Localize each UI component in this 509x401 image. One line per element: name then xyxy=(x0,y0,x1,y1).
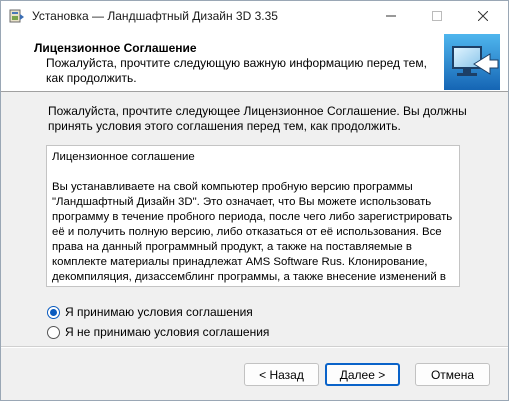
close-icon xyxy=(478,11,488,21)
license-heading: Лицензионное соглашение xyxy=(52,151,195,163)
decline-label: Я не принимаю условия соглашения xyxy=(65,325,270,339)
installer-window: Установка — Ландшафтный Дизайн 3D 3.35 Л… xyxy=(0,0,509,401)
accept-option[interactable]: Я принимаю условия соглашения xyxy=(47,305,253,319)
intro-text: Пожалуйста, прочтите следующее Лицензион… xyxy=(48,104,467,133)
license-body: Вы устанавливаете на свой компьютер проб… xyxy=(52,181,453,283)
wizard-header: Лицензионное Соглашение Пожалуйста, проч… xyxy=(1,31,508,92)
accept-radio[interactable] xyxy=(47,305,60,319)
header-subtitle: Пожалуйста, прочтите следующую важную ин… xyxy=(46,56,427,85)
minimize-icon xyxy=(386,15,396,17)
next-button[interactable]: Далее > xyxy=(325,363,400,386)
title-bar[interactable]: Установка — Ландшафтный Дизайн 3D 3.35 xyxy=(1,1,508,31)
accept-label: Я принимаю условия соглашения xyxy=(65,305,253,319)
window-title: Установка — Ландшафтный Дизайн 3D 3.35 xyxy=(32,9,278,23)
decline-radio[interactable] xyxy=(47,325,60,339)
installer-icon xyxy=(9,8,25,24)
maximize-icon xyxy=(432,11,442,21)
cancel-button[interactable]: Отмена xyxy=(415,363,490,386)
license-text-box[interactable]: Лицензионное соглашение Вы устанавливает… xyxy=(46,145,460,287)
decline-option[interactable]: Я не принимаю условия соглашения xyxy=(47,325,269,339)
monitor-arrow-icon xyxy=(444,34,500,90)
minimize-button[interactable] xyxy=(368,1,414,31)
maximize-button[interactable] xyxy=(414,1,460,31)
header-title: Лицензионное Соглашение xyxy=(34,41,197,55)
back-button[interactable]: < Назад xyxy=(244,363,319,386)
button-separator xyxy=(1,346,508,348)
close-button[interactable] xyxy=(460,1,506,31)
